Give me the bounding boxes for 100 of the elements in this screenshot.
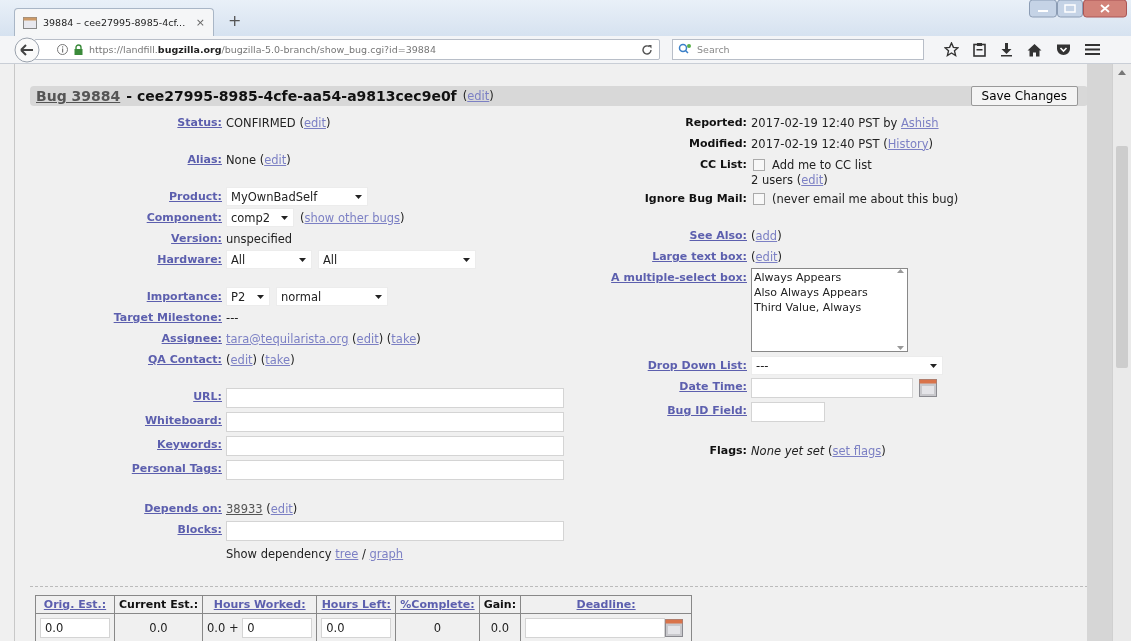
link[interactable]: edit bbox=[356, 331, 379, 346]
link[interactable]: 38933 bbox=[226, 501, 263, 516]
field-label[interactable]: Component: bbox=[30, 207, 226, 228]
text-field[interactable] bbox=[525, 618, 666, 638]
value-text: (never email me about this bug) bbox=[772, 191, 959, 206]
calendar-icon[interactable] bbox=[665, 619, 684, 637]
list-option[interactable]: Always Appears bbox=[754, 270, 891, 285]
link[interactable]: tree bbox=[335, 546, 359, 561]
list-option[interactable]: Also Always Appears bbox=[754, 285, 891, 300]
calendar-icon[interactable] bbox=[919, 379, 937, 397]
text-field[interactable] bbox=[751, 402, 825, 422]
link[interactable]: show other bugs bbox=[304, 210, 401, 225]
scrollbar-thumb[interactable] bbox=[1116, 146, 1128, 368]
maximize-button[interactable] bbox=[1057, 0, 1083, 18]
link[interactable]: add bbox=[755, 228, 778, 243]
text-field[interactable]: 0.0 bbox=[40, 618, 110, 638]
bug-link[interactable]: Bug 39884 bbox=[36, 88, 121, 104]
dropdown[interactable]: normal bbox=[276, 287, 388, 306]
field-label[interactable]: Target Milestone: bbox=[30, 307, 226, 328]
minimize-button[interactable] bbox=[1029, 0, 1057, 18]
field-label[interactable]: Status: bbox=[30, 112, 226, 133]
link[interactable]: edit bbox=[801, 173, 824, 187]
field-label[interactable]: Whiteboard: bbox=[30, 410, 226, 431]
link[interactable]: edit bbox=[303, 115, 326, 130]
link[interactable]: Ashish bbox=[900, 115, 939, 130]
link[interactable]: edit bbox=[270, 501, 293, 516]
field-label[interactable]: Date Time: bbox=[560, 376, 751, 397]
value-text: 0.0 bbox=[490, 621, 509, 635]
dropdown[interactable]: comp2 bbox=[226, 208, 294, 227]
column-header[interactable]: Hours Worked: bbox=[202, 595, 317, 614]
field-label[interactable]: See Also: bbox=[560, 225, 751, 246]
link[interactable]: edit bbox=[264, 152, 287, 167]
text-field[interactable] bbox=[226, 521, 564, 541]
menu-icon[interactable] bbox=[1085, 43, 1100, 56]
new-tab-button[interactable]: + bbox=[228, 6, 242, 30]
multi-select-list[interactable]: Always Appears Also Always Appears Third Value, Always bbox=[751, 268, 908, 352]
scroll-up-icon[interactable] bbox=[1118, 70, 1126, 75]
text-field[interactable] bbox=[226, 388, 564, 408]
field-label[interactable]: Large text box: bbox=[560, 246, 751, 267]
dropdown[interactable]: All bbox=[226, 250, 312, 269]
text-field[interactable] bbox=[751, 378, 913, 398]
field-label[interactable]: Keywords: bbox=[30, 434, 226, 455]
column-header[interactable]: %Complete: bbox=[395, 595, 480, 614]
scrollbar[interactable] bbox=[1112, 64, 1131, 641]
field-label[interactable]: Assignee: bbox=[30, 328, 226, 349]
dropdown[interactable]: MyOwnBadSelf bbox=[226, 187, 368, 206]
close-tab-button[interactable]: × bbox=[195, 16, 205, 29]
field-label[interactable]: Importance: bbox=[30, 286, 226, 307]
lock-icon[interactable] bbox=[74, 44, 83, 55]
field-label[interactable]: Hardware: bbox=[30, 249, 226, 270]
checkbox[interactable] bbox=[753, 158, 765, 171]
download-icon[interactable] bbox=[1000, 42, 1013, 57]
search-field[interactable]: Search bbox=[672, 39, 924, 60]
link[interactable]: tara@tequilarista.org bbox=[226, 331, 349, 346]
field-label[interactable]: Version: bbox=[30, 228, 226, 249]
text-field[interactable] bbox=[226, 412, 564, 432]
field-label[interactable]: Depends on: bbox=[30, 498, 226, 519]
bookmark-star-icon[interactable] bbox=[944, 42, 959, 57]
dropdown[interactable]: --- bbox=[751, 356, 943, 375]
field-label[interactable]: A multiple-select box: bbox=[560, 267, 751, 288]
list-option[interactable]: Third Value, Always bbox=[754, 300, 891, 315]
text-field[interactable] bbox=[226, 460, 564, 480]
link[interactable]: graph bbox=[369, 546, 404, 561]
scroll-down-icon[interactable] bbox=[896, 346, 904, 351]
field-label[interactable]: Bug ID Field: bbox=[560, 400, 751, 421]
edit-link[interactable]: edit bbox=[467, 89, 490, 103]
link[interactable]: take bbox=[391, 331, 417, 346]
text-field[interactable]: 0 bbox=[242, 618, 313, 638]
value-text: ) bbox=[292, 501, 298, 516]
reload-icon[interactable] bbox=[641, 43, 653, 56]
link[interactable]: edit bbox=[755, 249, 778, 264]
link[interactable]: take bbox=[265, 352, 291, 367]
text-field[interactable]: 0.0 bbox=[321, 618, 392, 638]
scroll-up-icon[interactable] bbox=[896, 269, 904, 274]
dropdown[interactable]: All bbox=[318, 250, 476, 269]
info-icon[interactable] bbox=[57, 44, 68, 55]
home-icon[interactable] bbox=[1027, 42, 1042, 57]
column-header[interactable]: Deadline: bbox=[520, 595, 692, 614]
column-header[interactable]: Orig. Est.: bbox=[35, 595, 115, 614]
field-label[interactable]: Product: bbox=[30, 186, 226, 207]
text-field[interactable] bbox=[226, 436, 564, 456]
field-label[interactable]: Blocks: bbox=[30, 519, 226, 540]
field-label[interactable]: Personal Tags: bbox=[30, 458, 226, 479]
field-label[interactable]: Drop Down List: bbox=[560, 355, 751, 376]
value-text: Show dependency bbox=[226, 546, 333, 561]
field-label[interactable]: Alias: bbox=[30, 149, 226, 170]
link[interactable]: edit bbox=[230, 352, 253, 367]
field-label[interactable]: QA Contact: bbox=[30, 349, 226, 370]
link[interactable]: History bbox=[887, 136, 929, 151]
checkbox[interactable] bbox=[753, 192, 765, 205]
save-button[interactable]: Save Changes bbox=[970, 86, 1078, 106]
column-header[interactable]: Hours Left: bbox=[316, 595, 396, 614]
close-window-button[interactable] bbox=[1083, 0, 1127, 18]
value-text: ( bbox=[351, 331, 357, 346]
dropdown[interactable]: P2 bbox=[226, 287, 270, 306]
link[interactable]: set flags bbox=[832, 443, 882, 458]
browser-tab[interactable]: 39884 – cee27995-8985-4cf... × bbox=[14, 8, 214, 36]
field-label[interactable]: URL: bbox=[30, 386, 226, 407]
clipboard-icon[interactable] bbox=[973, 42, 986, 57]
back-button[interactable] bbox=[14, 36, 40, 63]
